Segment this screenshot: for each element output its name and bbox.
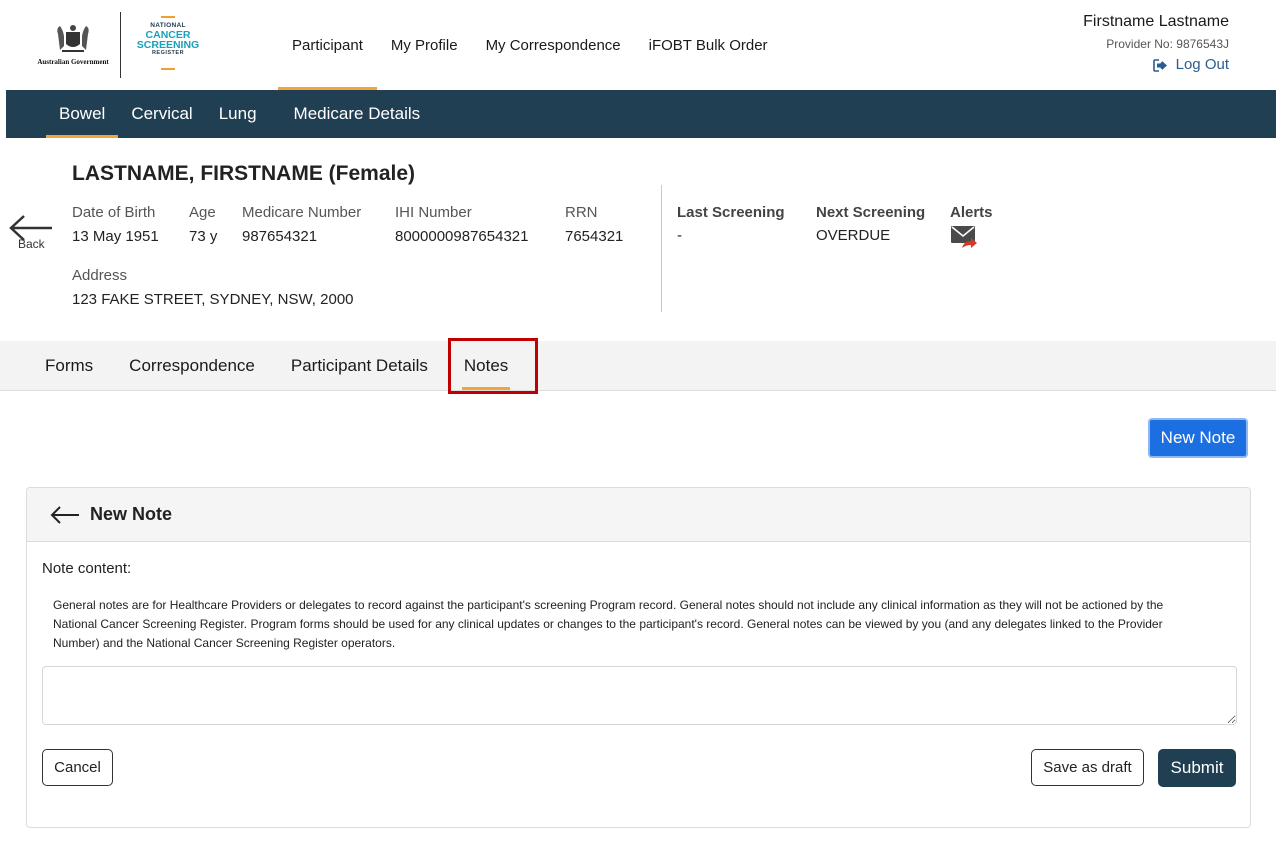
- age-value: 73 y: [189, 228, 218, 245]
- ihi-label: IHI Number: [395, 204, 472, 221]
- coat-of-arms-icon: [57, 25, 89, 52]
- ncsr-logo-line: REGISTER: [151, 50, 185, 56]
- app-header: Australian Government NATIONAL CANCER SC…: [0, 0, 1280, 90]
- logout-label: Log Out: [1175, 56, 1229, 73]
- note-content-input[interactable]: [42, 666, 1237, 725]
- logout-link[interactable]: Log Out: [1152, 55, 1229, 75]
- subnav-medicare-details[interactable]: Medicare Details: [270, 90, 434, 138]
- top-nav-my-profile[interactable]: My Profile: [377, 0, 472, 90]
- new-note-button[interactable]: New Note: [1148, 418, 1248, 458]
- back-label: Back: [18, 237, 45, 251]
- gov-logo-text: Australian Government: [37, 58, 109, 66]
- dob-label: Date of Birth: [72, 204, 156, 221]
- subnav-bowel[interactable]: Bowel: [46, 90, 119, 138]
- address-label: Address: [72, 267, 128, 284]
- top-nav: Participant My Profile My Correspondence…: [278, 0, 782, 90]
- provider-number: Provider No: 9876543J: [1106, 37, 1229, 51]
- subnav-lung[interactable]: Lung: [206, 90, 270, 138]
- last-screening-label: Last Screening: [677, 204, 785, 221]
- mail-alert-icon[interactable]: [950, 224, 978, 250]
- cancel-button[interactable]: Cancel: [42, 749, 113, 786]
- tab-notes[interactable]: Notes: [446, 341, 526, 390]
- ncsr-logo-bar: [161, 16, 175, 18]
- save-as-draft-button[interactable]: Save as draft: [1031, 749, 1144, 786]
- subnav-cervical[interactable]: Cervical: [118, 90, 205, 138]
- submit-button[interactable]: Submit: [1158, 749, 1236, 787]
- next-screening-label: Next Screening: [816, 204, 926, 221]
- new-note-card: New Note Note content: General notes are…: [26, 487, 1251, 828]
- note-description: General notes are for Healthcare Provide…: [53, 598, 1164, 650]
- program-subnav: Bowel Cervical Lung Medicare Details: [6, 90, 1276, 138]
- australian-government-logo: Australian Government: [30, 24, 116, 70]
- ncsr-logo: NATIONAL CANCER SCREENING REGISTER: [132, 16, 204, 72]
- logo-divider: [120, 12, 121, 78]
- card-title: New Note: [90, 504, 173, 524]
- tab-participant-details[interactable]: Participant Details: [273, 341, 446, 390]
- medicare-value: 987654321: [242, 228, 318, 245]
- medicare-label: Medicare Number: [242, 204, 362, 221]
- top-nav-participant[interactable]: Participant: [278, 0, 377, 90]
- next-screening-value: OVERDUE: [816, 227, 891, 244]
- age-label: Age: [189, 204, 216, 221]
- user-info: Firstname Lastname Provider No: 9876543J…: [1083, 12, 1229, 77]
- top-nav-ifobt-bulk-order[interactable]: iFOBT Bulk Order: [635, 0, 782, 90]
- dob-value: 13 May 1951: [72, 228, 159, 245]
- participant-tabs: Forms Correspondence Participant Details…: [0, 341, 1276, 391]
- user-name: Firstname Lastname: [1083, 13, 1229, 30]
- tab-correspondence[interactable]: Correspondence: [111, 341, 273, 390]
- participant-name: LASTNAME, FIRSTNAME (Female): [72, 162, 416, 185]
- card-back-arrow-icon[interactable]: [49, 504, 81, 526]
- tab-forms[interactable]: Forms: [27, 341, 111, 390]
- ncsr-logo-bar: [161, 68, 175, 70]
- logout-icon: [1152, 58, 1167, 72]
- top-nav-my-correspondence[interactable]: My Correspondence: [472, 0, 635, 90]
- card-header: New Note: [27, 488, 1250, 542]
- last-screening-value: -: [677, 227, 682, 244]
- back-button[interactable]: Back: [8, 213, 54, 253]
- alerts-label: Alerts: [950, 204, 993, 221]
- ncsr-logo-line: SCREENING: [136, 39, 200, 51]
- ihi-value: 8000000987654321: [395, 228, 529, 245]
- rrn-label: RRN: [565, 204, 598, 221]
- address-value: 123 FAKE STREET, SYDNEY, NSW, 2000: [72, 291, 354, 308]
- note-content-label: Note content:: [42, 560, 132, 577]
- rrn-value: 7654321: [565, 228, 624, 245]
- info-divider: [661, 185, 662, 312]
